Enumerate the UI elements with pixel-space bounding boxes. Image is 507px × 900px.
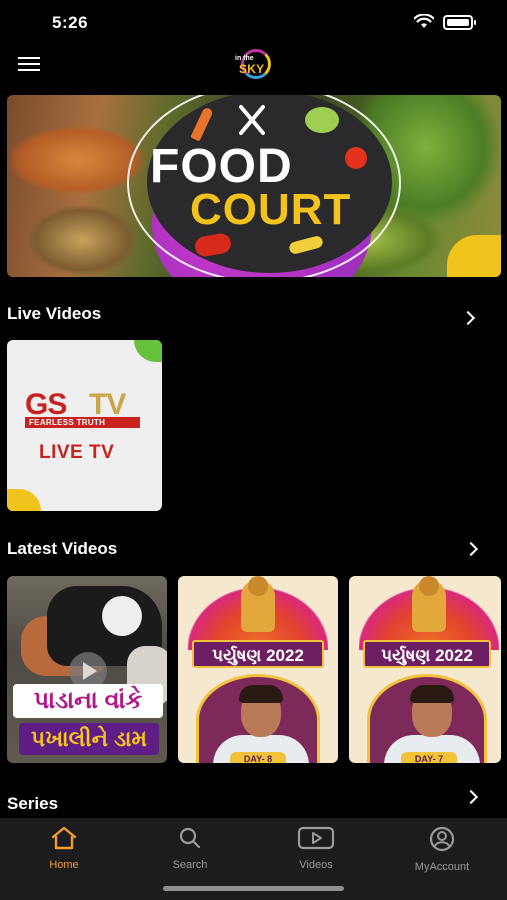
series-title: Series — [7, 794, 59, 813]
video-caption-line2: પખાલીને ડામ — [19, 723, 159, 755]
video-card[interactable]: પર્યુષણ 2022 DAY- 8 — [178, 576, 338, 763]
tab-home[interactable]: Home — [24, 826, 104, 871]
tab-myaccount-label: MyAccount — [414, 861, 470, 873]
video-caption-line1: પાડાના વાંકે — [13, 684, 163, 718]
video-day-label: DAY- 7 — [401, 752, 457, 763]
video-banner: પર્યુષણ 2022 — [363, 640, 491, 668]
account-icon — [429, 826, 455, 852]
tomato-icon — [345, 147, 367, 169]
hero-banner[interactable]: FOOD COURT — [7, 95, 501, 277]
tab-home-label: Home — [49, 859, 79, 871]
status-time: 5:26 — [52, 13, 89, 32]
fork-knife-icon — [239, 105, 265, 135]
hero-title-line2: COURT — [190, 185, 352, 234]
home-icon — [51, 826, 77, 850]
video-day-label: DAY- 8 — [230, 752, 286, 763]
live-videos-title: Live Videos — [7, 304, 102, 323]
video-icon — [297, 826, 335, 850]
latest-videos-chevron-right-icon[interactable] — [463, 541, 479, 557]
lettuce-icon — [305, 107, 339, 133]
battery-icon — [443, 15, 476, 30]
top-bar: in the SKY — [0, 48, 507, 86]
series-chevron-right-icon[interactable] — [463, 789, 479, 805]
channel-tagline: FEARLESS TRUTH — [25, 417, 140, 428]
home-indicator — [163, 886, 344, 891]
latest-videos-title: Latest Videos — [7, 539, 118, 558]
live-videos-chevron-right-icon[interactable] — [460, 310, 476, 326]
video-card[interactable]: પર્યુષણ 2022 DAY- 7 — [349, 576, 501, 763]
tab-videos-label: Videos — [299, 859, 333, 871]
video-card[interactable]: પાડાના વાંકે પખાલીને ડામ — [7, 576, 167, 763]
menu-icon[interactable] — [18, 57, 40, 73]
search-icon — [179, 827, 201, 849]
status-bar: 5:26 — [0, 0, 507, 48]
video-banner: પર્યુષણ 2022 — [192, 640, 324, 668]
tab-myaccount[interactable]: MyAccount — [402, 826, 482, 873]
tab-videos[interactable]: Videos — [276, 826, 356, 871]
live-tv-label: LIVE TV — [39, 442, 115, 463]
tab-search-label: Search — [172, 859, 208, 871]
live-tv-card[interactable]: GS TV FEARLESS TRUTH LIVE TV — [7, 340, 162, 511]
wifi-icon — [414, 14, 434, 28]
app-logo: in the SKY — [235, 49, 273, 83]
tab-search[interactable]: Search — [150, 826, 230, 871]
